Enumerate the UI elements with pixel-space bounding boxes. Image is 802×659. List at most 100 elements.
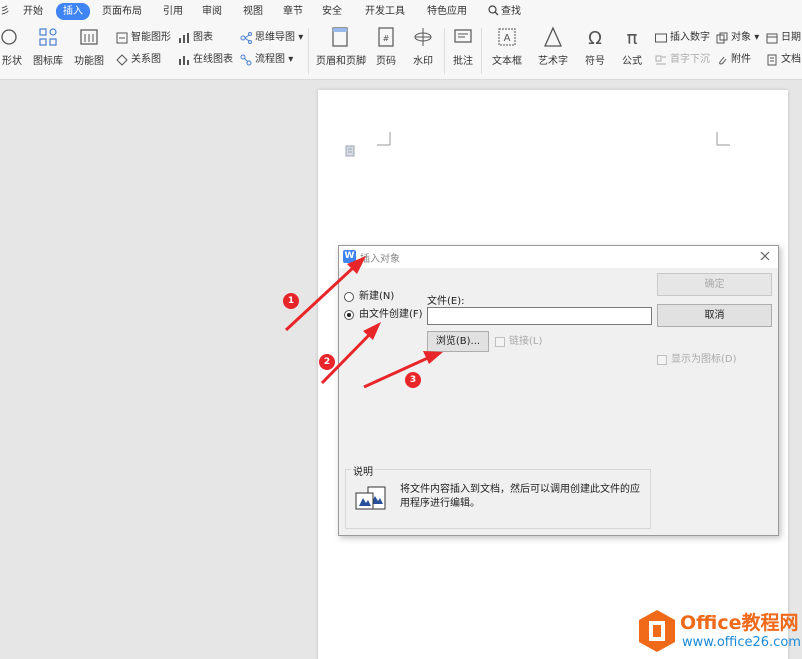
link-checkbox-label: 链接(L) xyxy=(509,336,543,347)
insert-number-button[interactable]: 插入数字 xyxy=(655,30,710,46)
tab-page-layout[interactable]: 页面布局 xyxy=(102,4,142,19)
tab-references[interactable]: 引用 xyxy=(163,4,183,19)
page-number-button[interactable]: # 页码 xyxy=(372,26,400,76)
tab-review[interactable]: 审阅 xyxy=(202,4,222,19)
textbox-icon: A xyxy=(498,28,516,46)
icon-lib-button[interactable]: 图标库 xyxy=(32,26,64,76)
document-icon xyxy=(767,54,777,66)
tab-home[interactable]: 开始 xyxy=(23,4,43,19)
watermark-label: 水印 xyxy=(413,56,433,67)
dialog-titlebar[interactable]: W 插入对象 xyxy=(339,246,778,268)
header-footer-button[interactable]: 页眉和页脚 xyxy=(316,26,366,76)
menu-bar: 彡 开始 插入 页面布局 引用 审阅 视图 章节 安全 开发工具 特色应用 查找 xyxy=(0,0,802,22)
tab-developer[interactable]: 开发工具 xyxy=(365,4,405,19)
drop-cap-icon xyxy=(655,55,666,65)
symbol-button[interactable]: Ω 符号 xyxy=(580,26,610,76)
flow-chart-button[interactable]: 流程图 ▾ xyxy=(240,52,293,68)
radio-new[interactable]: 新建(N) xyxy=(344,290,394,304)
formula-button[interactable]: π 公式 xyxy=(617,26,647,76)
tab-section[interactable]: 章节 xyxy=(283,4,303,19)
tab-insert[interactable]: 插入 xyxy=(56,3,90,20)
chart-button[interactable]: 图表 xyxy=(178,30,213,46)
drop-cap-label: 首字下沉 xyxy=(670,54,710,65)
browse-button[interactable]: 浏览(B)... xyxy=(427,331,489,352)
shape-label: 形状 xyxy=(2,56,22,67)
ok-button[interactable]: 确定 xyxy=(657,273,772,296)
step-badge-2: 2 xyxy=(319,354,335,370)
ribbon: 形状 图标库 功能图 智能图形 图表 思维导图 ▾ 关系图 在线图表 流程图 ▾… xyxy=(0,22,802,80)
doc-part-button[interactable]: 文档 xyxy=(766,52,801,68)
textbox-button[interactable]: A 文本框 xyxy=(487,26,527,76)
chevron-down-icon: ▾ xyxy=(754,32,760,43)
object-label: 对象 xyxy=(731,32,751,43)
pi-icon: π xyxy=(627,28,638,48)
object-icon xyxy=(716,32,728,44)
art-text-icon xyxy=(543,26,563,47)
icon-library-icon xyxy=(39,28,57,46)
comment-icon xyxy=(454,29,472,43)
art-text-label: 艺术字 xyxy=(538,56,568,67)
watermark-button[interactable]: 水印 xyxy=(408,26,438,76)
comment-button[interactable]: 批注 xyxy=(451,26,475,76)
radio-new-label: 新建(N) xyxy=(359,291,395,302)
link-checkbox[interactable]: 链接(L) xyxy=(495,335,542,349)
search-icon[interactable] xyxy=(488,5,499,16)
tab-view[interactable]: 视图 xyxy=(243,4,263,19)
watermark-title: Office教程网 xyxy=(680,612,799,634)
embedded-object-icon xyxy=(355,486,386,510)
drop-cap-button[interactable]: 首字下沉 xyxy=(655,52,710,68)
margin-corner-marker xyxy=(377,132,391,146)
paperclip-icon xyxy=(719,56,727,65)
shape-icon xyxy=(1,29,17,45)
flow-chart-label: 流程图 xyxy=(255,54,285,65)
relation-chart-button[interactable]: 关系图 xyxy=(116,52,161,68)
chart-label: 图表 xyxy=(193,32,213,43)
object-button[interactable]: 对象 ▾ xyxy=(716,30,759,46)
file-path-input[interactable] xyxy=(427,307,652,325)
display-as-icon-box xyxy=(657,355,667,365)
close-icon[interactable] xyxy=(758,249,772,263)
func-chart-button[interactable]: 功能图 xyxy=(70,26,108,76)
watermark-url: www.office26.com xyxy=(682,635,801,650)
smart-shape-button[interactable]: 智能图形 xyxy=(116,30,171,46)
attachment-label: 附件 xyxy=(731,54,751,65)
description-legend: 说明 xyxy=(351,463,375,478)
shape-button[interactable]: 形状 xyxy=(0,26,22,76)
tab-security[interactable]: 安全 xyxy=(322,4,342,19)
search-label[interactable]: 查找 xyxy=(501,4,521,19)
art-text-button[interactable]: 艺术字 xyxy=(533,26,573,76)
online-chart-button[interactable]: 在线图表 xyxy=(178,52,233,68)
calendar-icon xyxy=(766,33,778,44)
cancel-button[interactable]: 取消 xyxy=(657,304,772,327)
page-number-label: 页码 xyxy=(376,56,396,67)
date-button[interactable]: 日期 xyxy=(766,30,801,46)
link-checkbox-box xyxy=(495,337,505,347)
description-group: 说明 将文件内容插入到文档，然后可以调用创建此文件的应用程序进行编辑。 xyxy=(345,463,651,529)
header-footer-label: 页眉和页脚 xyxy=(316,56,366,67)
func-chart-label: 功能图 xyxy=(74,56,104,67)
chevron-down-icon: ▾ xyxy=(298,32,304,43)
mind-map-button[interactable]: 思维导图 ▾ xyxy=(240,30,303,46)
online-chart-icon xyxy=(179,56,189,65)
tab-special[interactable]: 特色应用 xyxy=(427,4,467,19)
date-label: 日期 xyxy=(781,32,801,43)
smart-shape-label: 智能图形 xyxy=(131,32,171,43)
tab-fragment[interactable]: 彡 xyxy=(0,4,10,19)
ribbon-separator xyxy=(481,28,482,74)
chart-icon xyxy=(179,33,189,43)
paste-options-icon[interactable] xyxy=(345,145,357,158)
ribbon-separator xyxy=(308,28,309,74)
svg-text:Ω: Ω xyxy=(588,28,602,48)
relation-chart-label: 关系图 xyxy=(131,54,161,65)
step-badge-3: 3 xyxy=(405,372,421,388)
svg-text:π: π xyxy=(627,28,638,48)
smart-shape-icon xyxy=(116,32,128,44)
symbol-label: 符号 xyxy=(585,56,605,67)
attachment-button[interactable]: 附件 xyxy=(716,52,751,68)
radio-from-file[interactable]: 由文件创建(F) xyxy=(344,308,423,322)
display-as-icon-checkbox[interactable]: 显示为图标(D) xyxy=(657,353,737,367)
page-number-icon: # xyxy=(378,27,394,47)
office-logo-icon xyxy=(639,610,675,652)
step-badge-1: 1 xyxy=(283,293,299,309)
file-field-label: 文件(E): xyxy=(427,296,465,307)
